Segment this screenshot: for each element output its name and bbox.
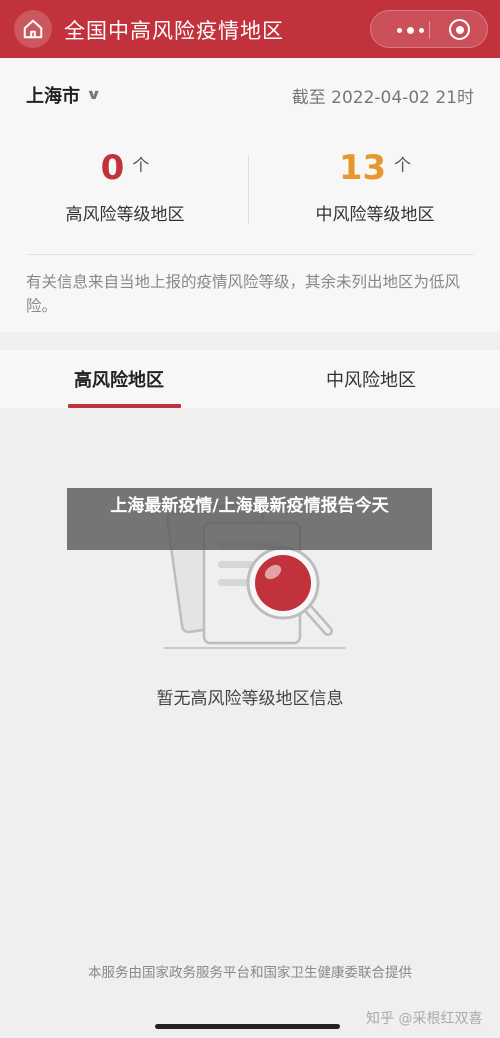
capsule-divider [429,21,430,39]
high-risk-count: 0 [100,148,125,188]
city-name: 上海市 [26,86,80,107]
city-selector[interactable]: 上海市 ∨ [26,82,102,108]
summary-card: 上海市 ∨ 截至 2022-04-02 21时 0个 高风险等级地区 13 个 中… [0,58,500,332]
card-divider [26,254,474,255]
mid-risk-stat[interactable]: 13 个 中风险等级地区 [250,148,500,225]
high-risk-stat[interactable]: 0个 高风险等级地区 [0,148,250,225]
target-circle-icon[interactable] [449,19,470,40]
chevron-down-icon: ∨ [85,87,102,103]
high-risk-label: 高风险等级地区 [65,205,185,225]
home-button[interactable] [14,10,52,48]
mid-risk-label: 中风险等级地区 [315,205,435,225]
watermark: 知乎 @采根红双喜 [366,1011,483,1027]
stat-divider [248,156,249,224]
page-title: 全国中高风险疫情地区 [64,19,284,43]
mid-risk-count: 13 [338,148,387,188]
mini-program-capsule [370,10,488,48]
footer-note: 本服务由国家政务服务平台和国家卫生健康委联合提供 [88,965,412,981]
overlay-banner-text: 上海最新疫情/上海最新疫情报告今天 [110,496,389,516]
as-of-time: 截至 2022-04-02 21时 [291,88,474,108]
high-risk-unit: 个 [132,156,150,176]
empty-state-text: 暂无高风险等级地区信息 [156,689,344,709]
top-bar: 全国中高风险疫情地区 [0,0,500,58]
risk-notice: 有关信息来自当地上报的疫情风险等级，其余未列出地区为低风险。 [26,273,461,315]
tab-mid-risk[interactable]: 中风险地区 [326,366,416,392]
active-tab-indicator [68,404,181,408]
home-icon [23,19,43,39]
home-indicator[interactable] [155,1024,340,1029]
overlay-banner: 上海最新疫情/上海最新疫情报告今天 [67,488,432,550]
risk-tabs: 高风险地区 中风险地区 [0,350,500,408]
mid-risk-unit: 个 [394,156,412,176]
tab-high-risk[interactable]: 高风险地区 [74,366,164,392]
more-dots-icon[interactable] [397,27,424,34]
